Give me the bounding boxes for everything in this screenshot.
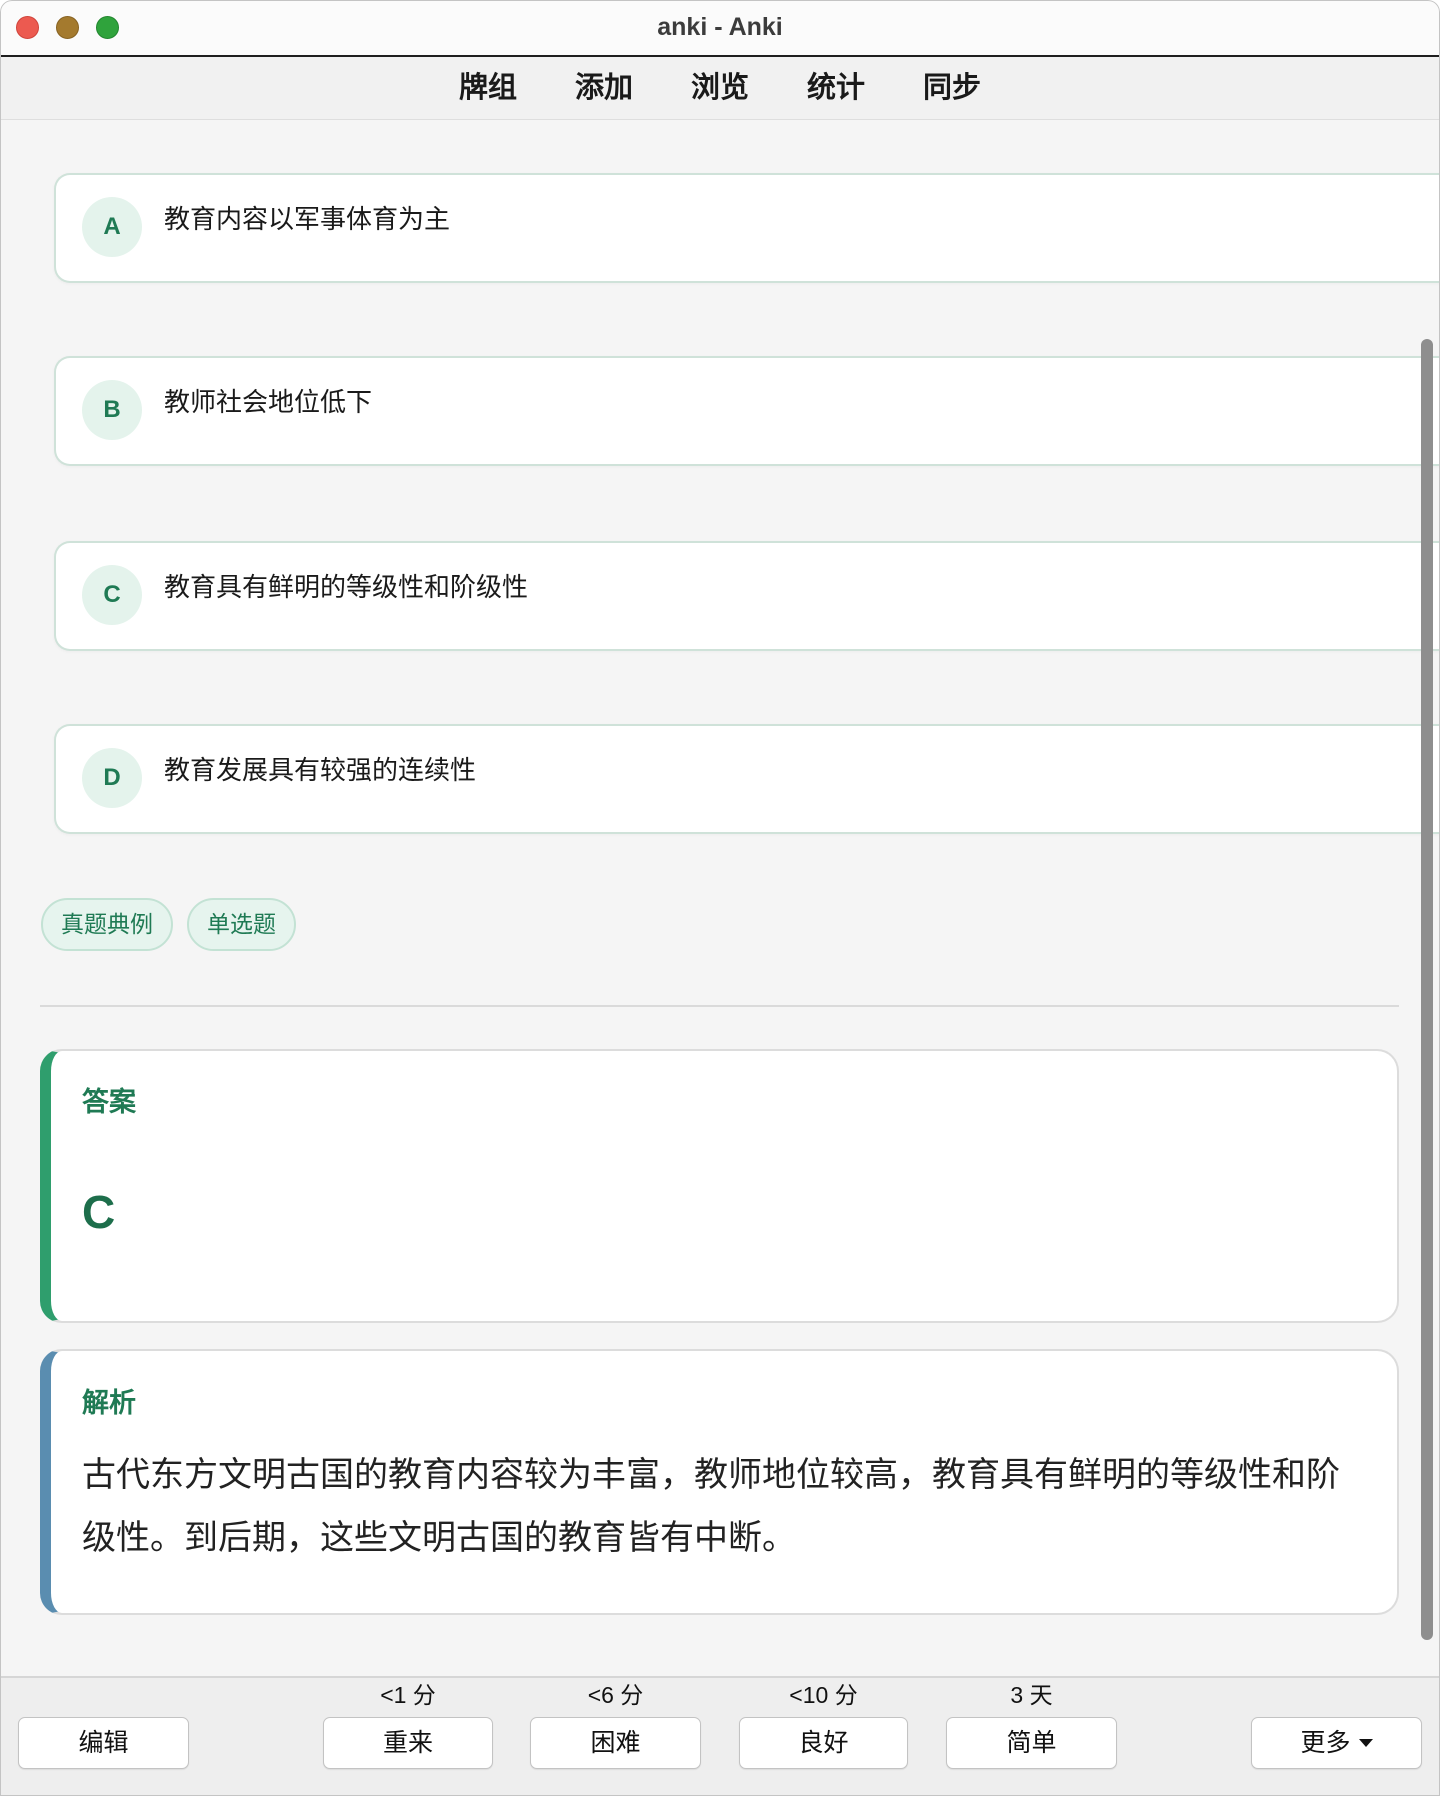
more-label: 更多: [1300, 1729, 1351, 1757]
easy-interval: 3 天: [1010, 1682, 1053, 1708]
main-toolbar: 牌组 添加 浏览 统计 同步: [0, 57, 1440, 120]
answer-value: C: [82, 1186, 116, 1238]
option-b-card[interactable]: B 教师社会地位低下: [54, 356, 1440, 466]
option-c-card[interactable]: C 教育具有鲜明的等级性和阶级性: [54, 541, 1440, 651]
option-letter-badge: B: [82, 380, 142, 440]
again-button[interactable]: 重来: [323, 1717, 493, 1769]
toolbar-sync[interactable]: 同步: [894, 57, 1010, 119]
hard-interval: <6 分: [587, 1682, 644, 1708]
vertical-scrollbar[interactable]: [1421, 339, 1433, 1640]
option-letter-badge: A: [82, 197, 142, 257]
review-bottom-bar: <1 分 <6 分 <10 分 3 天 编辑 重来 困难 良好 简单 更多: [0, 1676, 1440, 1796]
option-letter-badge: D: [82, 748, 142, 808]
answer-card: 答案 C: [40, 1049, 1399, 1323]
option-d-card[interactable]: D 教育发展具有较强的连续性: [54, 724, 1440, 834]
more-button[interactable]: 更多: [1251, 1717, 1422, 1769]
analysis-text: 古代东方文明古国的教育内容较为丰富，教师地位较高，教育具有鲜明的等级性和阶级性。…: [82, 1456, 1340, 1557]
toolbar-browse[interactable]: 浏览: [662, 57, 778, 119]
again-interval: <1 分: [380, 1682, 436, 1708]
caret-down-icon: [1358, 1738, 1373, 1747]
toolbar-decks[interactable]: 牌组: [430, 57, 546, 119]
window-title: anki - Anki: [657, 13, 783, 41]
good-interval: <10 分: [789, 1682, 858, 1708]
option-a-card[interactable]: A 教育内容以军事体育为主: [54, 173, 1440, 283]
option-text: 教育内容以军事体育为主: [164, 204, 451, 234]
title-bar: anki - Anki: [0, 0, 1440, 57]
easy-button[interactable]: 简单: [946, 1717, 1117, 1769]
answer-divider: [40, 1005, 1399, 1007]
toolbar-add[interactable]: 添加: [546, 57, 662, 119]
option-letter-badge: C: [82, 565, 142, 625]
answer-label: 答案: [82, 1087, 136, 1117]
analysis-card: 解析 古代东方文明古国的教育内容较为丰富，教师地位较高，教育具有鲜明的等级性和阶…: [40, 1349, 1399, 1615]
toolbar-stats[interactable]: 统计: [778, 57, 894, 119]
tag-pill: 单选题: [187, 898, 296, 951]
option-text: 教育发展具有较强的连续性: [164, 755, 477, 785]
option-text: 教育具有鲜明的等级性和阶级性: [164, 572, 529, 602]
option-text: 教师社会地位低下: [164, 387, 373, 417]
good-button[interactable]: 良好: [739, 1717, 908, 1769]
tag-pill: 真题典例: [41, 898, 173, 951]
anki-main-window: anki - Anki 牌组 添加 浏览 统计 同步 A 教育内容以军事体育为主…: [0, 0, 1440, 1796]
hard-button[interactable]: 困难: [530, 1717, 701, 1769]
edit-button[interactable]: 编辑: [18, 1717, 189, 1769]
analysis-label: 解析: [82, 1388, 136, 1418]
review-webview: A 教育内容以军事体育为主 B 教师社会地位低下 C 教育具有鲜明的等级性和阶级…: [0, 120, 1440, 1676]
